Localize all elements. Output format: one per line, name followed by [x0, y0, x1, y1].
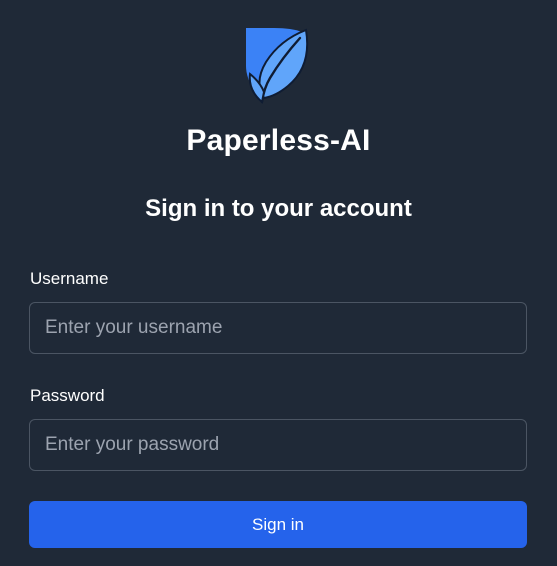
sign-in-button[interactable]: Sign in — [29, 501, 527, 548]
username-label: Username — [30, 269, 109, 288]
page-title: Sign in to your account — [145, 195, 412, 222]
password-field[interactable] — [29, 419, 527, 471]
password-label: Password — [30, 386, 105, 405]
username-field[interactable] — [29, 302, 527, 354]
login-card: Paperless-AI Sign in to your account Use… — [0, 0, 557, 566]
app-title: Paperless-AI — [186, 124, 371, 157]
leaf-document-icon — [246, 28, 309, 104]
